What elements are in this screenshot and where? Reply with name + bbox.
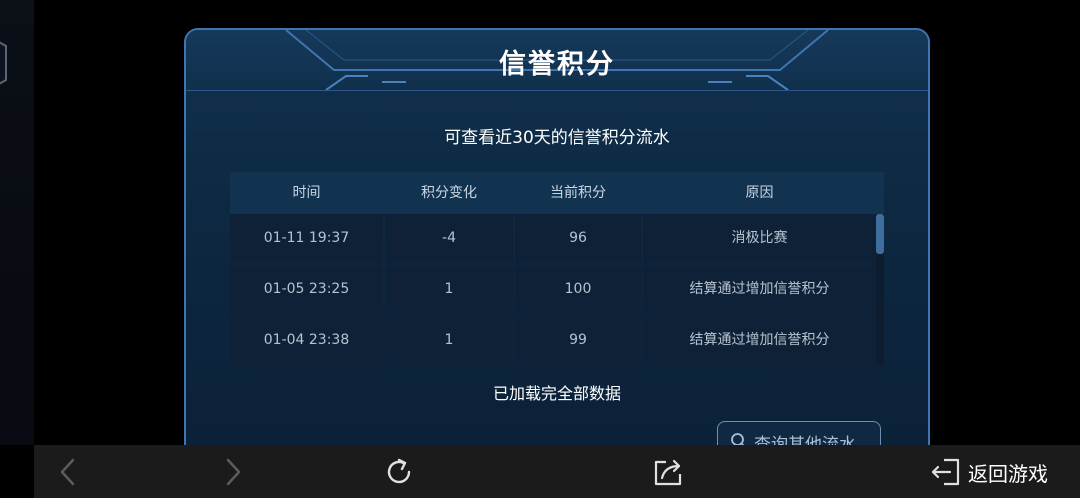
query-button-label: 查询其他流水: [754, 435, 856, 445]
credit-history-table: 时间 积分变化 当前积分 原因 01-11 19:37 -4 96 消极比赛 0…: [230, 172, 884, 365]
cell-time: 01-04 23:38: [230, 316, 383, 365]
share-button[interactable]: [646, 445, 696, 498]
column-header-change: 积分变化: [421, 185, 477, 201]
cell-reason: 结算通过增加信誉积分: [643, 265, 876, 314]
table-body[interactable]: 01-11 19:37 -4 96 消极比赛 01-05 23:25 1 100…: [230, 214, 876, 365]
cell-time: 01-05 23:25: [230, 265, 383, 314]
refresh-icon: [387, 458, 411, 484]
share-icon: [654, 459, 682, 486]
game-screen: 信誉积分 可查看近30天的信誉积分流水 时间 积分变化 当前积分 原因 01-1…: [0, 0, 1080, 498]
cell-reason: 结算通过增加信誉积分: [643, 316, 876, 365]
table-row: 01-04 23:38 1 99 结算通过增加信誉积分: [230, 316, 876, 365]
cell-time: 01-11 19:37: [230, 214, 383, 263]
column-header-current: 当前积分: [550, 185, 606, 201]
cell-current: 100: [515, 265, 641, 314]
column-header-reason: 原因: [745, 185, 774, 201]
browser-bottom-bar: 返回游戏: [34, 445, 1080, 498]
back-button[interactable]: [44, 445, 94, 498]
panel-title: 信誉积分: [499, 49, 615, 80]
loaded-all-note: 已加载完全部数据: [492, 384, 621, 403]
cell-change: 1: [385, 265, 513, 314]
cell-current: 99: [515, 316, 641, 365]
return-to-game-label[interactable]: 返回游戏: [968, 458, 1048, 487]
forward-button[interactable]: [209, 445, 259, 498]
search-icon: [731, 433, 745, 445]
table-row: 01-11 19:37 -4 96 消极比赛: [230, 214, 876, 263]
credit-score-panel: 信誉积分 可查看近30天的信誉积分流水 时间 积分变化 当前积分 原因 01-1…: [184, 28, 930, 445]
cell-change: 1: [385, 316, 513, 365]
panel-subtitle: 可查看近30天的信誉积分流水: [444, 128, 670, 148]
chevron-left-icon: [60, 458, 75, 486]
chevron-right-icon: [226, 458, 241, 486]
table-header-row: 时间 积分变化 当前积分 原因: [230, 172, 884, 214]
left-edge-panel: [0, 0, 34, 445]
refresh-button[interactable]: [374, 445, 424, 498]
cell-reason: 消极比赛: [643, 214, 876, 263]
column-header-time: 时间: [292, 185, 321, 201]
panel-header: 信誉积分: [186, 30, 928, 91]
table-scrollbar[interactable]: [876, 214, 884, 365]
cell-current: 96: [515, 214, 641, 263]
hexagon-button-icon[interactable]: [0, 34, 12, 92]
cell-change: -4: [385, 214, 513, 263]
scrollbar-thumb[interactable]: [876, 214, 884, 254]
exit-icon: [931, 458, 960, 486]
query-other-records-button[interactable]: 查询其他流水: [717, 421, 881, 445]
table-row: 01-05 23:25 1 100 结算通过增加信誉积分: [230, 265, 876, 314]
